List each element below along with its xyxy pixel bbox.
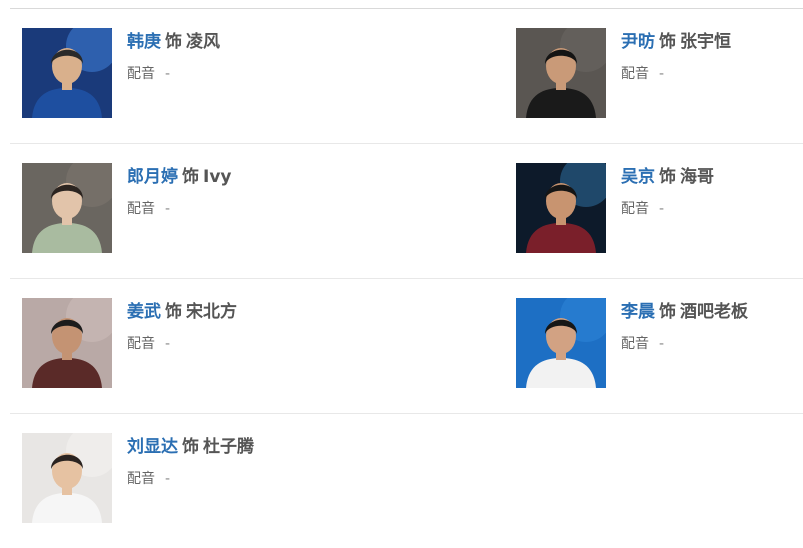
as-label: 饰 (659, 302, 676, 322)
role-name: 张宇恒 (680, 32, 731, 52)
cast-row: 姜武饰宋北方 配音 - 李晨饰酒吧老板 配音 - (10, 279, 803, 414)
voice-label: 配音 (127, 66, 155, 82)
actor-photo[interactable] (22, 163, 112, 253)
voice-line: 配音 - (621, 199, 664, 219)
actor-photo[interactable] (22, 28, 112, 118)
portrait-image (22, 163, 112, 253)
as-label: 饰 (165, 32, 182, 52)
voice-label: 配音 (127, 201, 155, 217)
actor-name-link[interactable]: 姜武 (127, 302, 161, 322)
name-line: 郎月婷饰 Ivy (127, 165, 232, 189)
role-name: 酒吧老板 (680, 302, 748, 322)
actor-name-link[interactable]: 郎月婷 (127, 167, 178, 187)
voice-line: 配音 - (621, 334, 664, 354)
voice-value: - (165, 336, 171, 352)
portrait-image (22, 28, 112, 118)
voice-line: 配音 - (127, 199, 170, 219)
actor-photo[interactable] (516, 163, 606, 253)
cast-card[interactable]: 郎月婷饰 Ivy 配音 - (22, 163, 322, 253)
role-name: 宋北方 (186, 302, 237, 322)
as-label: 饰 (165, 302, 182, 322)
as-label: 饰 (659, 32, 676, 52)
as-label: 饰 (659, 167, 676, 187)
actor-name-link[interactable]: 尹昉 (621, 32, 655, 52)
portrait-image (22, 298, 112, 388)
role-name: 杜子腾 (203, 437, 254, 457)
voice-line: 配音 - (127, 64, 170, 84)
cast-card[interactable]: 吴京饰海哥 配音 - (516, 163, 803, 253)
voice-label: 配音 (127, 471, 155, 487)
actor-photo[interactable] (22, 433, 112, 523)
voice-label: 配音 (127, 336, 155, 352)
voice-label: 配音 (621, 336, 649, 352)
cast-card[interactable]: 李晨饰酒吧老板 配音 - (516, 298, 803, 388)
portrait-image (516, 298, 606, 388)
as-label: 饰 (182, 167, 199, 187)
role-name: 海哥 (680, 167, 714, 187)
voice-value: - (165, 471, 171, 487)
actor-photo[interactable] (516, 28, 606, 118)
name-line: 李晨饰酒吧老板 (621, 300, 748, 324)
cast-card[interactable]: 尹昉饰张宇恒 配音 - (516, 28, 803, 118)
actor-name-link[interactable]: 吴京 (621, 167, 655, 187)
cast-list: 韩庚饰凌风 配音 - 尹昉饰张宇恒 配音 - 郎月婷饰 Ivy 配音 - 吴京 … (0, 9, 803, 548)
cast-card[interactable]: 韩庚饰凌风 配音 - (22, 28, 322, 118)
voice-label: 配音 (621, 201, 649, 217)
name-line: 刘显达饰杜子腾 (127, 435, 254, 459)
cast-card[interactable]: 姜武饰宋北方 配音 - (22, 298, 322, 388)
actor-photo[interactable] (516, 298, 606, 388)
actor-name-link[interactable]: 李晨 (621, 302, 655, 322)
name-line: 吴京饰海哥 (621, 165, 714, 189)
voice-line: 配音 - (621, 64, 664, 84)
voice-value: - (659, 336, 665, 352)
portrait-image (516, 28, 606, 118)
name-line: 韩庚饰凌风 (127, 30, 220, 54)
role-name: 凌风 (186, 32, 220, 52)
actor-name-link[interactable]: 韩庚 (127, 32, 161, 52)
voice-value: - (165, 201, 171, 217)
voice-line: 配音 - (127, 469, 170, 489)
cast-row: 韩庚饰凌风 配音 - 尹昉饰张宇恒 配音 - (10, 9, 803, 144)
actor-photo[interactable] (22, 298, 112, 388)
cast-card[interactable]: 刘显达饰杜子腾 配音 - (22, 433, 322, 523)
portrait-image (516, 163, 606, 253)
name-line: 姜武饰宋北方 (127, 300, 237, 324)
as-label: 饰 (182, 437, 199, 457)
voice-label: 配音 (621, 66, 649, 82)
voice-value: - (659, 201, 665, 217)
cast-row: 郎月婷饰 Ivy 配音 - 吴京饰海哥 配音 - (10, 144, 803, 279)
portrait-image (22, 433, 112, 523)
voice-value: - (165, 66, 171, 82)
role-name: Ivy (203, 167, 232, 187)
actor-name-link[interactable]: 刘显达 (127, 437, 178, 457)
name-line: 尹昉饰张宇恒 (621, 30, 731, 54)
voice-line: 配音 - (127, 334, 170, 354)
voice-value: - (659, 66, 665, 82)
